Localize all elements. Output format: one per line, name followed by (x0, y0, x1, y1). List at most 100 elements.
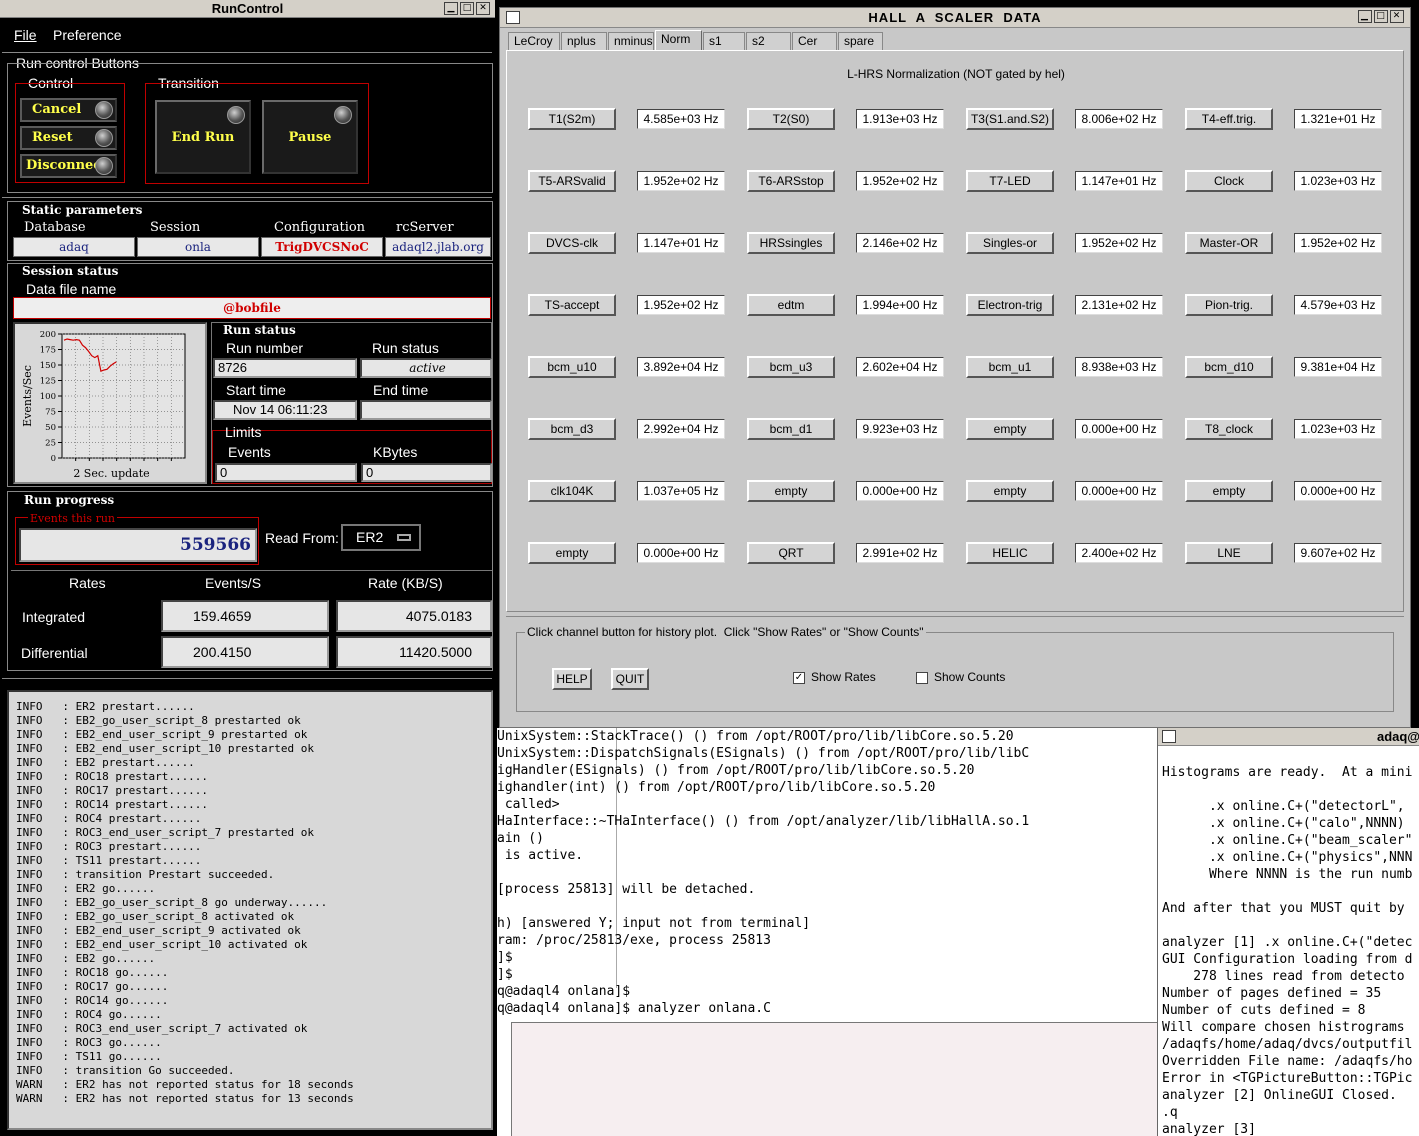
cancel-button[interactable]: Cancel (20, 98, 117, 122)
y-tick-label: 50 (45, 423, 56, 433)
channel-button[interactable]: TS-accept (528, 294, 616, 316)
y-tick-label: 200 (40, 330, 56, 340)
channel-rate-value: 4.585e+03 Hz (637, 109, 725, 129)
channel-button[interactable]: T7-LED (966, 170, 1054, 192)
tab-nminus[interactable]: nminus (608, 32, 654, 50)
tab-cer[interactable]: Cer (792, 32, 837, 50)
channel-rate-value: 8.006e+02 Hz (1075, 109, 1163, 129)
runcontrol-titlebar[interactable]: RunControl ▁ □ ✕ (0, 0, 495, 18)
channel-button[interactable]: bcm_u1 (966, 356, 1054, 378)
close-icon[interactable]: ✕ (476, 2, 490, 15)
channel-button[interactable]: T8_clock (1185, 418, 1273, 440)
channel-button[interactable]: empty (1185, 480, 1273, 502)
menu-file[interactable]: File (14, 27, 37, 43)
minimize-icon[interactable]: ▁ (444, 2, 458, 15)
y-tick-label: 150 (40, 361, 56, 371)
maximize-icon[interactable]: □ (1374, 10, 1388, 23)
channel-button[interactable]: T2(S0) (747, 108, 835, 130)
terminal-titlebar[interactable]: adaq@ (1158, 728, 1419, 746)
channel-rate-value: 1.147e+01 Hz (1075, 171, 1163, 191)
tab-s1[interactable]: s1 (703, 32, 745, 50)
channel-button[interactable]: T5-ARSvalid (528, 170, 616, 192)
led-knob-icon (95, 101, 113, 119)
data-file-name-label: Data file name (26, 281, 117, 297)
tab-norm[interactable]: Norm (655, 30, 702, 51)
y-axis-label: Events/Sec (21, 365, 34, 427)
channel-button[interactable]: DVCS-clk (528, 232, 616, 254)
minimize-icon[interactable]: ▁ (1358, 10, 1372, 23)
channel-button[interactable]: empty (966, 480, 1054, 502)
channel-rate-value: 1.037e+05 Hz (637, 481, 725, 501)
tab-s2[interactable]: s2 (746, 32, 791, 50)
channel-button[interactable]: LNE (1185, 542, 1273, 564)
channel-rate-value: 1.952e+02 Hz (637, 295, 725, 315)
divider (506, 616, 1404, 617)
events-limit-input[interactable]: 0 (215, 463, 357, 482)
rcserver-value: adaql2.jlab.org (385, 237, 491, 257)
channel-button[interactable]: HRSsingles (747, 232, 835, 254)
quit-button[interactable]: QUIT (611, 668, 649, 690)
channel-button[interactable]: empty (966, 418, 1054, 440)
channel-button[interactable]: HELIC (966, 542, 1054, 564)
read-from-label: Read From: (265, 530, 339, 546)
reset-button-label: Reset (32, 130, 73, 145)
channel-button[interactable]: bcm_d3 (528, 418, 616, 440)
terminal-output: Histograms are ready. At a mini .x onlin… (1162, 765, 1413, 1136)
channel-button[interactable]: QRT (747, 542, 835, 564)
window-menu-icon[interactable] (506, 11, 520, 24)
close-icon[interactable]: ✕ (1390, 10, 1404, 23)
channel-button[interactable]: Pion-trig. (1185, 294, 1273, 316)
channel-rate-value: 1.952e+02 Hz (1294, 233, 1382, 253)
channel-rate-value: 2.602e+04 Hz (856, 357, 944, 377)
channel-button[interactable]: empty (528, 542, 616, 564)
channel-button[interactable]: bcm_u10 (528, 356, 616, 378)
menu-preference[interactable]: Preference (53, 27, 121, 43)
maximize-icon[interactable]: □ (460, 2, 474, 15)
channel-button[interactable]: T4-eff.trig. (1185, 108, 1273, 130)
channel-rate-value: 2.146e+02 Hz (856, 233, 944, 253)
led-knob-icon (95, 157, 113, 175)
channel-button[interactable]: edtm (747, 294, 835, 316)
run-progress-label: Run progress (24, 493, 115, 507)
terminal-window-1[interactable]: UnixSystem::StackTrace() () from /opt/RO… (497, 728, 1157, 1136)
help-button[interactable]: HELP (552, 668, 592, 690)
read-from-select[interactable]: ER2 (341, 524, 421, 551)
channel-button[interactable]: clk104K (528, 480, 616, 502)
channel-rate-value: 1.952e+02 Hz (1075, 233, 1163, 253)
channel-button[interactable]: bcm_d1 (747, 418, 835, 440)
events-limit-label: Events (228, 444, 271, 460)
tab-nplus[interactable]: nplus (561, 32, 607, 50)
kbytes-limit-input[interactable]: 0 (361, 463, 492, 482)
channel-button[interactable]: T3(S1.and.S2) (966, 108, 1054, 130)
scaler-titlebar[interactable]: HALL A SCALER DATA ▁ □ ✕ (500, 8, 1410, 28)
channel-button[interactable]: empty (747, 480, 835, 502)
channel-button[interactable]: Singles-or (966, 232, 1054, 254)
window-menu-icon[interactable] (1162, 730, 1176, 743)
message-log[interactable]: INFO : ER2 prestart...... INFO : EB2_go_… (7, 690, 493, 1130)
channel-button[interactable]: Electron-trig (966, 294, 1054, 316)
tab-lecroy[interactable]: LeCroy (508, 32, 560, 50)
channel-button[interactable]: T6-ARSstop (747, 170, 835, 192)
reset-button[interactable]: Reset (20, 126, 117, 150)
show-rates-checkbox[interactable]: ✓ (793, 672, 805, 684)
channel-button[interactable]: Master-OR (1185, 232, 1273, 254)
disconnect-button[interactable]: Disconnect (20, 154, 117, 178)
channel-button[interactable]: T1(S2m) (528, 108, 616, 130)
channel-rate-value: 0.000e+00 Hz (637, 543, 725, 563)
run-number-label: Run number (226, 340, 304, 356)
pause-button[interactable]: Pause (262, 100, 358, 174)
panel-heading: L-HRS Normalization (NOT gated by hel) (847, 67, 1065, 81)
led-knob-icon (95, 129, 113, 147)
kbytes-limit-label: KBytes (373, 444, 418, 460)
end-run-button[interactable]: End Run (155, 100, 251, 174)
database-label: Database (24, 220, 86, 235)
channel-rate-value: 1.952e+02 Hz (637, 171, 725, 191)
configuration-value: TrigDVCSNoC (261, 237, 383, 257)
tab-spare[interactable]: spare (838, 32, 883, 50)
show-counts-checkbox[interactable] (916, 672, 928, 684)
terminal-window-2[interactable]: adaq@ Histograms are ready. At a mini .x… (1157, 728, 1419, 1136)
menubar: File Preference (0, 22, 495, 50)
channel-button[interactable]: bcm_d10 (1185, 356, 1273, 378)
channel-button[interactable]: Clock (1185, 170, 1273, 192)
channel-button[interactable]: bcm_u3 (747, 356, 835, 378)
